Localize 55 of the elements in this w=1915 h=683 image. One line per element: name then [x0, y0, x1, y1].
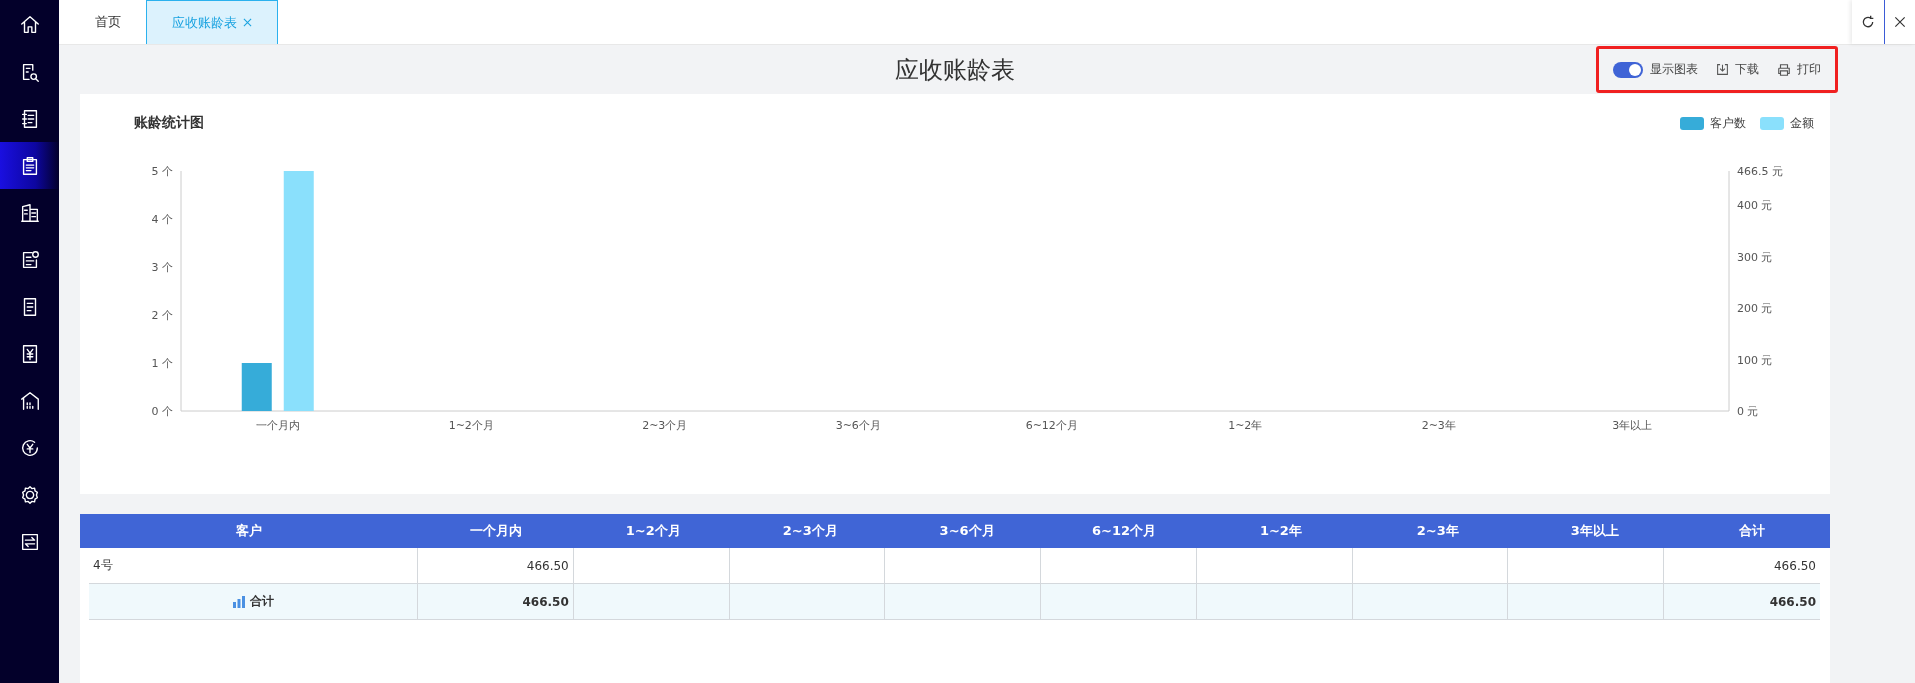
- toggle-switch[interactable]: [1613, 61, 1643, 78]
- column-header: 客户: [235, 522, 263, 540]
- print-button[interactable]: 打印: [1777, 61, 1821, 78]
- column-header: 2~3年: [1415, 522, 1460, 540]
- table-cell: 4号: [93, 557, 113, 574]
- category-label: 6~12个月: [1025, 419, 1078, 432]
- tick-label: 3 个: [151, 261, 173, 274]
- toggle-label: 显示图表: [1650, 61, 1698, 78]
- tick-label: 4 个: [151, 213, 173, 226]
- tick-label: 0 元: [1737, 405, 1759, 418]
- chart-title: 账龄统计图: [134, 114, 204, 132]
- legend-label: 金额: [1790, 114, 1814, 132]
- category-label: 1~2个月: [448, 419, 494, 432]
- column-header: 3~6个月: [938, 522, 996, 540]
- column-header: 一个月内: [469, 522, 524, 540]
- bar: [241, 363, 272, 411]
- tick-label: 400 元: [1737, 199, 1773, 213]
- bar-chart-icon: [232, 595, 245, 608]
- category-label: 一个月内: [255, 419, 300, 432]
- table-cell: 466.50: [526, 558, 569, 573]
- tick-label: 300 元: [1737, 250, 1773, 264]
- download-icon: [1716, 63, 1729, 76]
- column-header: 合计: [1737, 522, 1766, 540]
- tick-label: 466.5 元: [1737, 165, 1783, 178]
- building-icon: [18, 201, 41, 224]
- printer-icon: [1777, 62, 1791, 77]
- tick-label: 5 个: [151, 165, 173, 178]
- warehouse-icon: [18, 389, 41, 412]
- tick-label: 2 个: [151, 309, 173, 322]
- sidebar-item[interactable]: [0, 142, 59, 189]
- table-cell: 466.50: [1769, 594, 1816, 609]
- page-title: 应收账龄表: [895, 54, 1015, 86]
- tick-label: 200 元: [1737, 302, 1773, 316]
- refresh-icon[interactable]: [1860, 14, 1876, 30]
- category-label: 2~3个月: [642, 419, 688, 432]
- table-cell: 466.50: [1774, 558, 1816, 573]
- column-header: 6~12个月: [1090, 522, 1157, 540]
- category-label: 1~2年: [1228, 419, 1263, 432]
- tick-label: 100 元: [1737, 353, 1773, 367]
- column-header: 3年以上: [1569, 522, 1620, 540]
- column-header: 1~2年: [1258, 522, 1303, 540]
- download-button[interactable]: 下载: [1716, 61, 1759, 78]
- close-icon[interactable]: [1893, 15, 1907, 29]
- table-cell: 合计: [249, 593, 274, 610]
- category-label: 3~6个月: [835, 419, 881, 432]
- table-cell: 466.50: [522, 594, 569, 609]
- column-header: 1~2个月: [624, 522, 682, 540]
- tab[interactable]: 首页: [70, 0, 146, 44]
- tick-label: 0 个: [151, 405, 173, 418]
- legend-label: 客户数: [1710, 114, 1746, 132]
- category-label: 3年以上: [1612, 419, 1653, 432]
- column-header: 2~3个月: [781, 522, 839, 540]
- tick-label: 1 个: [151, 357, 173, 370]
- home-icon: [18, 13, 41, 36]
- category-label: 2~3年: [1421, 419, 1456, 432]
